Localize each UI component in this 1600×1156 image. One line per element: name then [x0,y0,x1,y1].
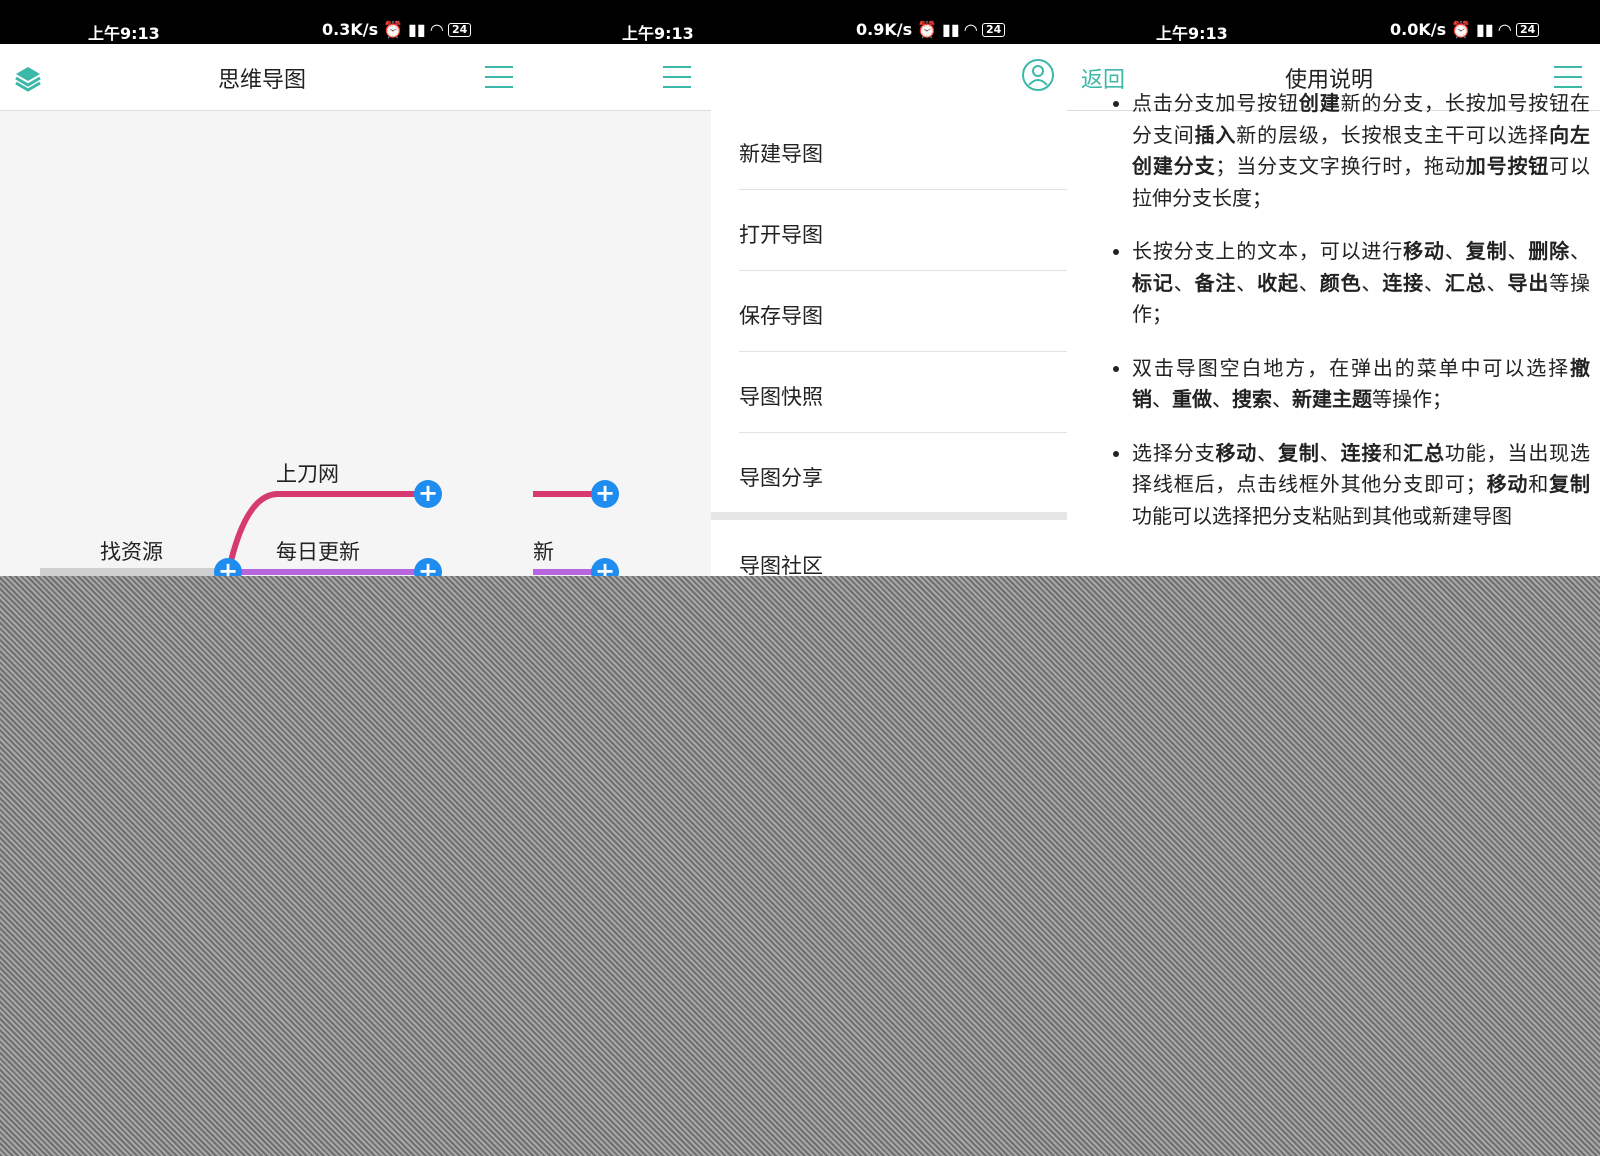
help-text-segment: 、 [1236,270,1258,295]
help-keyword: 加号按钮 [1465,154,1550,178]
help-keyword: 搜索 [1232,387,1272,411]
network-speed: 0.3K/s [322,20,379,39]
help-keyword: 复制 [1465,239,1508,263]
help-keyword: 移动 [1485,472,1529,496]
drawer-menu: 新建导图 打开导图 保存导图 导图快照 导图分享 导图社区 [711,110,1067,576]
help-keyword: 重做 [1172,387,1212,411]
help-paragraph: 长按分支上的文本，可以进行移动、复制、删除、标记、备注、收起、颜色、连接、汇总、… [1132,236,1590,331]
help-text-segment: 和 [1382,440,1404,465]
menu-item-save[interactable]: 保存导图 [739,272,1067,352]
help-paragraph: 双击导图空白地方，在弹出的菜单中可以选择撤销、重做、搜索、新建主题等操作； [1132,353,1590,416]
wifi-icon: ◠ [964,20,977,39]
help-text-segment: 、 [1507,239,1529,263]
help-text-segment: 点击分支加号按钮 [1132,91,1299,115]
node-branch-2[interactable]: 每日更新 [276,536,360,566]
signal-icon: ▮▮ [408,20,426,39]
help-keyword: 复制 [1549,472,1591,496]
help-text-segment: 、 [1257,440,1279,465]
help-keyword: 汇总 [1403,440,1445,465]
menu-icon[interactable] [1554,66,1582,88]
wifi-icon: ◠ [430,20,443,39]
help-text-segment: 双击导图空白地方，在弹出的菜单中可以选择 [1132,355,1570,380]
network-speed: 0.9K/s [856,20,913,39]
help-text-segment: 、 [1152,387,1172,411]
add-branch-button[interactable]: + [591,480,619,508]
help-keyword: 复制 [1278,440,1320,465]
status-indicators: 0.3K/s ⏰ ▮▮ ◠ 24 [322,20,472,39]
menu-item-community[interactable]: 导图社区 [739,522,1067,576]
help-text-segment: 、 [1570,239,1591,263]
help-text-segment: 等操作； [1372,387,1452,411]
help-text-segment: 新的层级，长按根支主干可以选择 [1236,122,1550,147]
status-indicators: 0.0K/s ⏰ ▮▮ ◠ 24 [1390,20,1540,39]
drawer-panel: 新 + + 新建导图 打开导图 保存导图 导图快照 导图分享 导图社区 [533,44,1067,576]
status-indicators: 0.9K/s ⏰ ▮▮ ◠ 24 [856,20,1006,39]
help-keyword: 移动 [1215,440,1258,465]
alarm-icon: ⏰ [917,20,938,39]
status-time: 上午9:13 [1156,24,1228,43]
status-bar: 上午9:13 0.3K/s ⏰ ▮▮ ◠ 24 上午9:13 0.9K/s ⏰ … [0,0,1600,44]
help-keyword: 连接 [1340,440,1383,465]
help-text-segment: 、 [1319,440,1341,465]
help-keyword: 创建 [1298,91,1341,115]
signal-icon: ▮▮ [1476,20,1494,39]
help-text-segment: 、 [1272,387,1292,411]
help-text-segment: 选择分支 [1132,440,1216,465]
menu-item-snapshot[interactable]: 导图快照 [739,353,1067,433]
help-text-segment: 、 [1361,270,1383,295]
mindmap-panel: 思维导图 找资源 上刀网 每日更新 + + + [0,44,533,576]
help-keyword: 收起 [1257,270,1299,295]
help-paragraph: 选择分支移动、复制、连接和汇总功能，当出现选择线框后，点击线框外其他分支即可；移… [1132,438,1590,533]
help-keyword: 备注 [1194,270,1237,295]
divider [711,512,1067,520]
help-text-segment: 长按分支上的文本，可以进行 [1132,239,1404,263]
help-keyword: 导出 [1507,270,1550,295]
help-keyword: 插入 [1194,122,1237,147]
alarm-icon: ⏰ [1451,20,1472,39]
help-list: 点击分支加号按钮创建新的分支，长按加号按钮在分支间插入新的层级，长按根支主干可以… [1110,88,1590,532]
help-keyword: 连接 [1382,270,1425,295]
help-text-segment: 和 [1528,472,1550,496]
alarm-icon: ⏰ [383,20,404,39]
help-text-segment: 功能可以选择把分支粘贴到其他或新建导图 [1132,503,1512,528]
help-text-segment: 、 [1212,387,1232,411]
help-keyword: 删除 [1528,239,1571,263]
mindmap-canvas[interactable] [533,44,713,576]
help-text: 点击分支加号按钮创建新的分支，长按加号按钮在分支间插入新的层级，长按根支主干可以… [1110,88,1590,554]
help-text-segment: 、 [1298,270,1320,295]
status-time: 上午9:13 [622,24,694,43]
help-keyword: 颜色 [1319,270,1362,295]
help-paragraph: 点击分支加号按钮创建新的分支，长按加号按钮在分支间插入新的层级，长按根支主干可以… [1132,88,1590,214]
add-branch-button[interactable]: + [414,558,442,576]
menu-item-open[interactable]: 打开导图 [739,191,1067,271]
help-text-segment: 、 [1173,270,1195,295]
node-root[interactable]: 找资源 [100,536,163,566]
battery-icon: 24 [981,22,1006,37]
help-text-segment: 、 [1486,270,1508,295]
add-branch-button[interactable]: + [414,480,442,508]
add-branch-button[interactable]: + [591,558,619,576]
help-keyword: 移动 [1403,239,1445,263]
help-text-segment: 、 [1444,239,1466,263]
user-icon[interactable] [1021,58,1055,92]
battery-icon: 24 [447,22,472,37]
help-text-segment: 、 [1424,270,1445,295]
help-keyword: 汇总 [1444,270,1487,295]
battery-icon: 24 [1515,22,1540,37]
add-root-branch-button[interactable]: + [214,558,242,576]
help-text-segment: ；当分支文字换行时，拖动 [1215,154,1466,178]
help-keyword: 标记 [1132,270,1174,295]
network-speed: 0.0K/s [1390,20,1447,39]
wifi-icon: ◠ [1498,20,1511,39]
signal-icon: ▮▮ [942,20,960,39]
status-time: 上午9:13 [88,24,160,43]
menu-item-share[interactable]: 导图分享 [739,434,1067,514]
pixelated-region [0,576,1600,1156]
mindmap-canvas[interactable] [0,44,533,576]
menu-item-new[interactable]: 新建导图 [739,110,1067,190]
node-branch-partial[interactable]: 新 [533,536,554,566]
help-keyword: 新建主题 [1292,387,1372,411]
root-trunk [40,568,228,576]
node-branch-1[interactable]: 上刀网 [276,458,339,488]
